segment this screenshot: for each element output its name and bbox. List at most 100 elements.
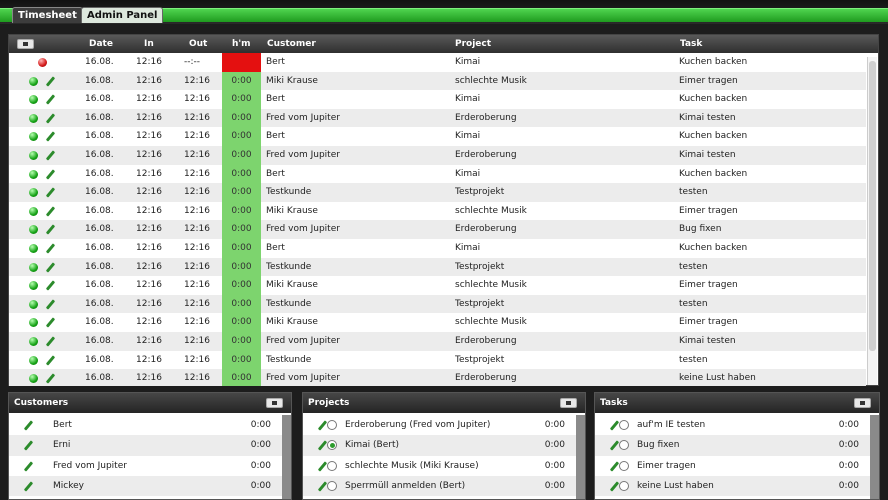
edit-icon[interactable] — [45, 76, 56, 87]
col-project[interactable]: Project — [455, 35, 491, 53]
table-row[interactable]: 16.08. 12:16 --:-- Bert Kimai Kuchen backen — [9, 53, 866, 72]
table-row[interactable]: 16.08. 12:16 12:16 0:00 Miki Krause schlechte… — [9, 313, 866, 332]
edit-icon[interactable] — [23, 461, 34, 472]
record-icon[interactable] — [29, 243, 38, 253]
col-hm[interactable]: h'm — [232, 35, 251, 53]
list-item[interactable]: Bert 0:00 — [9, 415, 291, 435]
record-icon[interactable] — [29, 225, 38, 235]
record-icon[interactable] — [29, 299, 38, 309]
record-icon[interactable] — [29, 188, 38, 198]
edit-icon[interactable] — [45, 206, 56, 217]
list-item[interactable]: Erni 0:00 — [9, 435, 291, 456]
table-row[interactable]: 16.08. 12:16 12:16 0:00 Miki Krause schlechte… — [9, 71, 866, 91]
edit-icon[interactable] — [45, 224, 56, 235]
record-icon[interactable] — [29, 374, 38, 384]
edit-icon[interactable] — [45, 150, 56, 161]
table-row[interactable]: 16.08. 12:16 12:16 0:00 Bert Kimai Kuchen back… — [9, 164, 866, 184]
list-item[interactable]: Fred vom Jupiter 0:00 — [9, 456, 291, 476]
col-customer[interactable]: Customer — [267, 35, 316, 53]
table-row[interactable]: 16.08. 12:16 12:16 0:00 Fred vom Jupiter Erde… — [9, 220, 866, 239]
record-icon[interactable] — [29, 95, 38, 105]
cell-out: 12:16 — [184, 131, 210, 142]
list-item[interactable]: keine Lust haben 0:00 — [595, 475, 879, 497]
edit-icon[interactable] — [45, 299, 56, 310]
edit-icon[interactable] — [45, 336, 56, 347]
table-row[interactable]: 16.08. 12:16 12:16 0:00 Miki Krause schlechte… — [9, 276, 866, 295]
tab-timesheet[interactable]: Timesheet — [12, 7, 83, 23]
tasks-scrollbar[interactable] — [870, 415, 879, 499]
edit-icon[interactable] — [23, 481, 34, 492]
add-task-button[interactable] — [854, 398, 871, 408]
col-date[interactable]: Date — [89, 35, 113, 53]
table-row[interactable]: 16.08. 12:16 12:16 0:00 Fred vom Jupiter Erde… — [9, 369, 866, 386]
record-icon[interactable] — [29, 132, 38, 142]
col-task[interactable]: Task — [680, 35, 702, 53]
edit-icon[interactable] — [45, 113, 56, 124]
col-in[interactable]: In — [144, 35, 154, 53]
record-icon[interactable] — [29, 318, 38, 328]
table-row[interactable]: 16.08. 12:16 12:16 0:00 Testkunde Testprojekt… — [9, 183, 866, 202]
table-row[interactable]: 16.08. 12:16 12:16 0:00 Testkunde Testprojekt… — [9, 294, 866, 314]
table-row[interactable]: 16.08. 12:16 12:16 0:00 Bert Kimai Kuchen back… — [9, 90, 866, 109]
list-item[interactable]: Sperrmüll anmelden (Bert) 0:00 — [303, 475, 585, 497]
edit-icon[interactable] — [45, 317, 56, 328]
edit-icon[interactable] — [45, 131, 56, 142]
record-icon[interactable] — [29, 281, 38, 291]
table-row[interactable]: 16.08. 12:16 12:16 0:00 Fred vom Jupiter Erde… — [9, 331, 866, 351]
list-item[interactable]: Eimer tragen 0:00 — [595, 456, 879, 476]
projects-scrollbar[interactable] — [576, 415, 585, 499]
timesheet-scrollbar[interactable] — [867, 57, 877, 385]
edit-icon[interactable] — [45, 355, 56, 366]
select-radio[interactable] — [619, 420, 629, 430]
table-row[interactable]: 16.08. 12:16 12:16 0:00 Miki Krause schlechte… — [9, 201, 866, 221]
col-out[interactable]: Out — [189, 35, 207, 53]
edit-icon[interactable] — [45, 169, 56, 180]
edit-icon[interactable] — [23, 440, 34, 451]
record-icon[interactable] — [29, 169, 38, 179]
select-radio[interactable] — [327, 460, 337, 471]
edit-icon[interactable] — [45, 373, 56, 384]
edit-icon[interactable] — [45, 262, 56, 273]
select-radio[interactable] — [619, 480, 629, 491]
record-icon[interactable] — [29, 206, 38, 216]
table-row[interactable]: 16.08. 12:16 12:16 0:00 Testkunde Testprojekt… — [9, 257, 866, 277]
stop-icon[interactable] — [38, 58, 47, 67]
add-project-button[interactable] — [560, 398, 577, 408]
record-icon[interactable] — [29, 76, 38, 86]
cell-out: 12:16 — [184, 112, 210, 123]
list-item[interactable]: Kimai (Bert) 0:00 — [303, 435, 585, 456]
table-row[interactable]: 16.08. 12:16 12:16 0:00 Fred vom Jupiter Erde… — [9, 145, 866, 165]
list-item[interactable]: Erderoberung (Fred vom Jupiter) 0:00 — [303, 415, 585, 435]
tab-admin-panel[interactable]: Admin Panel — [81, 7, 164, 23]
table-row[interactable]: 16.08. 12:16 12:16 0:00 Bert Kimai Kuchen back… — [9, 238, 866, 258]
customers-scrollbar[interactable] — [282, 415, 291, 499]
edit-icon[interactable] — [45, 280, 56, 291]
select-radio[interactable] — [327, 420, 337, 430]
list-item[interactable]: Bug fixen 0:00 — [595, 435, 879, 456]
edit-icon[interactable] — [45, 243, 56, 254]
select-radio[interactable] — [327, 480, 337, 491]
list-item[interactable]: schlechte Musik (Miki Krause) 0:00 — [303, 456, 585, 476]
edit-icon[interactable] — [23, 420, 34, 431]
select-radio[interactable] — [619, 440, 629, 451]
edit-icon[interactable] — [45, 187, 56, 198]
list-item[interactable]: Mickey 0:00 — [9, 475, 291, 497]
cell-duration: 0:00 — [222, 276, 261, 295]
record-icon[interactable] — [29, 355, 38, 365]
table-row[interactable]: 16.08. 12:16 12:16 0:00 Bert Kimai Kuchen back… — [9, 127, 866, 146]
edit-icon[interactable] — [45, 94, 56, 105]
scroll-thumb[interactable] — [869, 61, 876, 351]
add-entry-button[interactable] — [17, 39, 34, 49]
add-customer-button[interactable] — [266, 398, 283, 408]
select-radio[interactable] — [619, 460, 629, 471]
record-icon[interactable] — [29, 150, 38, 160]
projects-list: Erderoberung (Fred vom Jupiter) 0:00 Kimai… — [303, 415, 585, 499]
list-item[interactable]: auf'm IE testen 0:00 — [595, 415, 879, 435]
select-radio[interactable] — [327, 440, 337, 451]
record-icon[interactable] — [29, 336, 38, 346]
table-row[interactable]: 16.08. 12:16 12:16 0:00 Fred vom Jupiter Erde… — [9, 108, 866, 128]
record-icon[interactable] — [29, 113, 38, 123]
table-row[interactable]: 16.08. 12:16 12:16 0:00 Testkunde Testprojekt… — [9, 350, 866, 370]
record-icon[interactable] — [29, 262, 38, 272]
cell-in: 12:16 — [136, 205, 162, 216]
